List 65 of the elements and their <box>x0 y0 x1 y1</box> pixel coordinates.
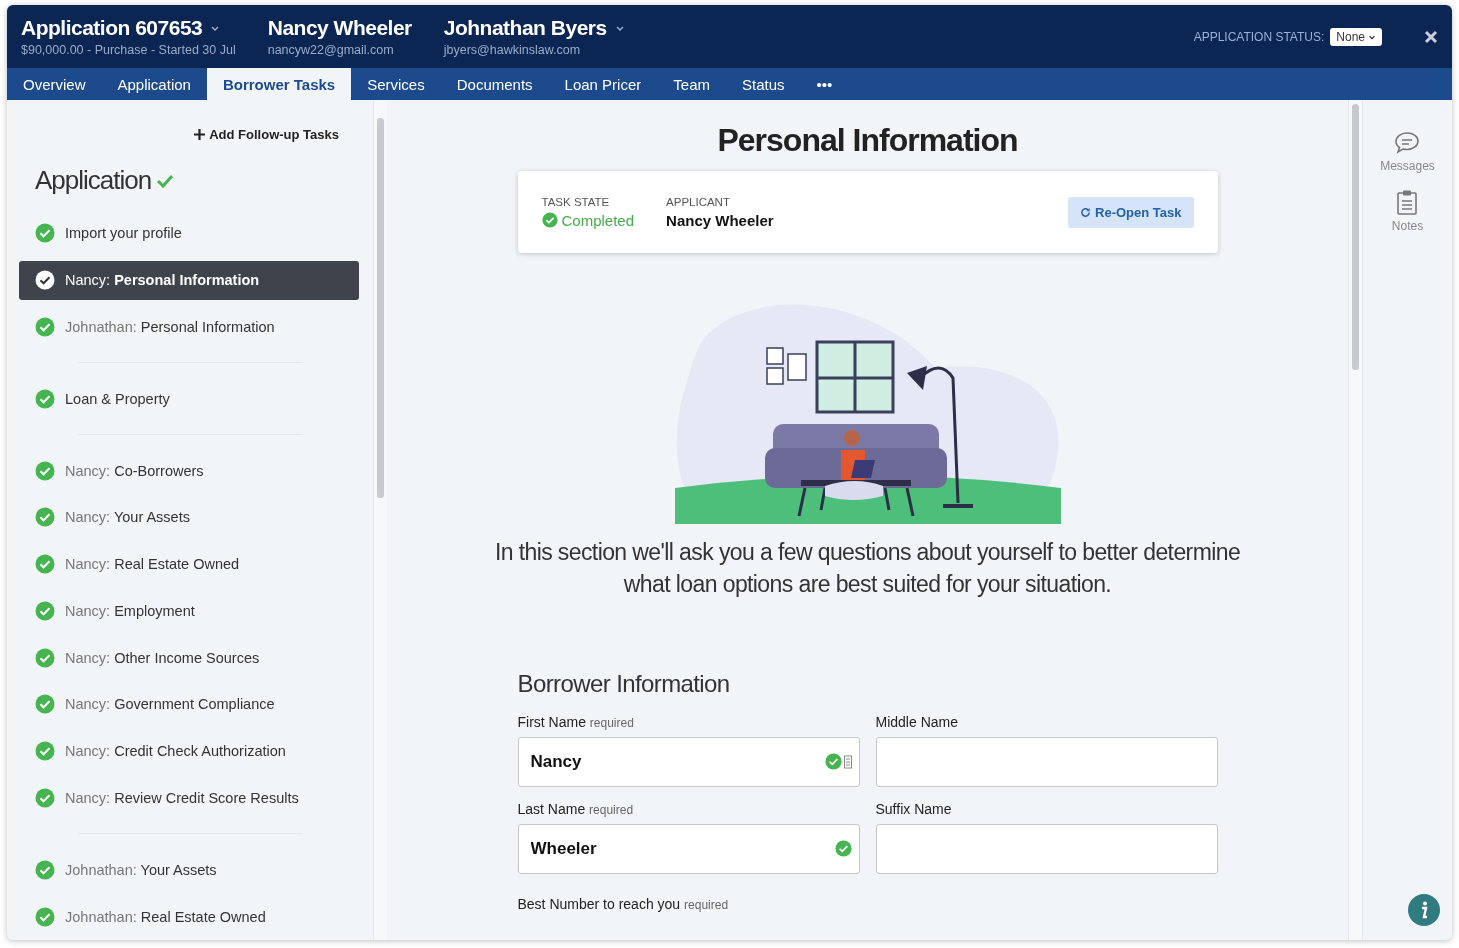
valid-check-icon <box>824 753 842 770</box>
scrollbar-thumb[interactable] <box>1352 104 1359 370</box>
application-summary: $90,000.00 - Purchase - Started 30 Jul <box>21 43 236 57</box>
reopen-task-button[interactable]: Re-Open Task <box>1068 196 1194 228</box>
task-item[interactable]: Nancy: Personal Information <box>19 260 359 300</box>
task-item[interactable]: Nancy: Real Estate Owned <box>19 544 359 584</box>
field-label: Suffix Name <box>875 801 953 817</box>
text-field[interactable] <box>875 737 1218 787</box>
borrower-email: nancyw22@gmail.com <box>267 43 395 57</box>
tab[interactable]: Borrower Tasks <box>206 68 352 100</box>
task-item[interactable]: Johnathan: Personal Information <box>19 307 359 347</box>
tab[interactable]: Application <box>101 68 207 100</box>
field-label: First Name required <box>517 714 635 730</box>
info-button[interactable] <box>1408 894 1440 926</box>
task-item[interactable]: Nancy: Government Compliance <box>19 685 359 724</box>
add-follow-up-button[interactable]: Add Follow-up Tasks <box>188 126 345 143</box>
check-circle-icon <box>541 212 558 228</box>
caret-icon[interactable] <box>614 23 625 33</box>
borrower-name[interactable]: Nancy Wheeler <box>267 16 412 40</box>
refresh-icon[interactable] <box>1080 206 1092 218</box>
tab[interactable]: Overview <box>7 68 102 100</box>
more-tab[interactable]: ••• <box>800 68 849 100</box>
task-item[interactable]: Nancy: Review Credit Score Results <box>19 778 359 818</box>
task-item[interactable]: Nancy: Employment <box>19 591 359 631</box>
valid-check-icon <box>834 840 852 857</box>
caret-icon[interactable] <box>210 23 221 33</box>
contact-card-icon[interactable] <box>843 754 852 769</box>
tab[interactable]: Loan Pricer <box>548 68 658 100</box>
plus-icon[interactable] <box>194 129 206 140</box>
clipboard-icon <box>1396 189 1419 215</box>
intro-text: In this section we'll ask you a few questions about yourself to better determine what loan options are best suited for your situation. <box>493 538 1242 599</box>
task-state: Completed <box>541 211 635 229</box>
task-item[interactable]: Johnathan: Real Estate Owned <box>19 897 359 936</box>
task-item[interactable]: Nancy: Credit Check Authorization <box>19 731 359 771</box>
field-label: Middle Name <box>875 714 959 730</box>
applicant-name: Nancy Wheeler <box>666 211 774 229</box>
task-item[interactable]: Johnathan: Your Assets <box>19 850 359 890</box>
task-item[interactable]: Nancy: Your Assets <box>19 497 359 537</box>
status-select[interactable]: None <box>1330 27 1382 46</box>
task-item[interactable]: Nancy: Co-Borrowers <box>19 451 359 490</box>
status-label: APPLICATION STATUS: <box>1193 29 1325 44</box>
borrower-email: jbyers@hawkinslaw.com <box>443 43 582 57</box>
close-icon[interactable] <box>1424 29 1438 44</box>
tab[interactable]: Documents <box>440 68 549 100</box>
section-heading: Borrower Information <box>517 670 731 698</box>
info-icon[interactable] <box>1419 901 1429 919</box>
scrollbar-thumb[interactable] <box>377 118 384 498</box>
task-item[interactable]: Loan & Property <box>19 379 359 419</box>
field-label: Best Number to reach you required <box>517 896 730 912</box>
tab[interactable]: Team <box>657 68 726 100</box>
section-title: Application <box>35 165 152 196</box>
text-field[interactable] <box>875 824 1218 874</box>
page-title: Personal Information <box>716 122 1019 159</box>
tab[interactable]: Status <box>726 68 801 100</box>
task-state-label: TASK STATE <box>541 195 611 208</box>
text-field[interactable]: Nancy <box>517 737 860 787</box>
field-label: Last Name required <box>517 801 635 817</box>
task-item[interactable]: Import your profile <box>19 214 359 253</box>
task-item[interactable]: Nancy: Other Income Sources <box>19 638 359 678</box>
tab[interactable]: Services <box>351 68 441 100</box>
borrower-name[interactable]: Johnathan Byers <box>443 16 607 40</box>
text-field[interactable]: Wheeler <box>517 824 860 874</box>
application-title[interactable]: Application 607653 <box>21 16 203 40</box>
applicant-label: APPLICANT <box>666 195 731 208</box>
chat-bubble-icon <box>1394 131 1421 155</box>
